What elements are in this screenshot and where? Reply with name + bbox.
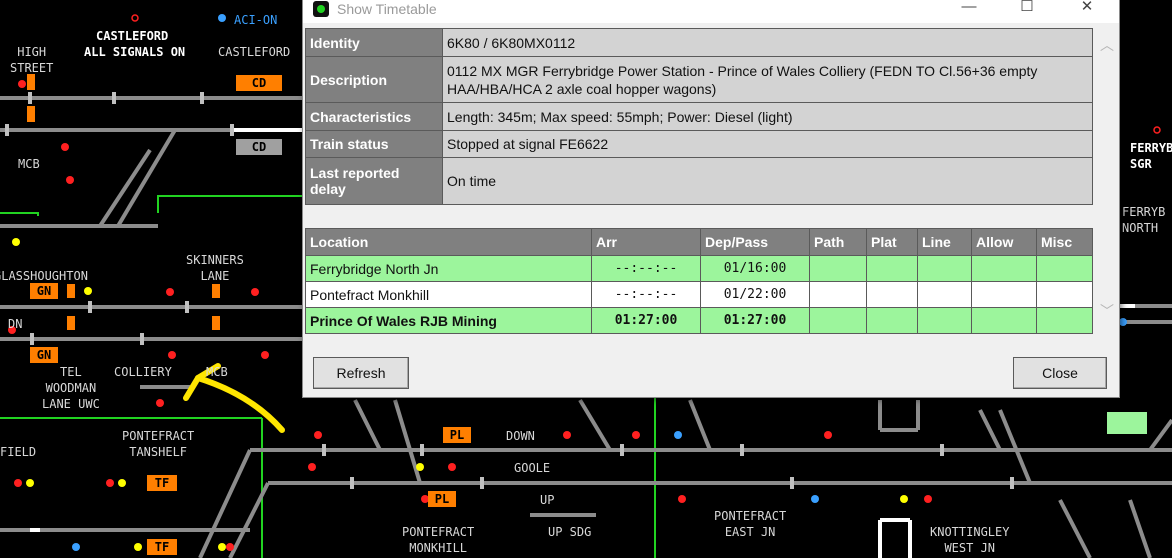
cell-misc xyxy=(1036,307,1093,334)
label-ferrybridge-right: FERRYB SGR xyxy=(1130,141,1172,171)
col-path[interactable]: Path xyxy=(809,228,867,256)
tag-cd-top: CD xyxy=(236,75,282,91)
tag-tf-1: TF xyxy=(147,475,177,491)
cell-dep: 01/22:00 xyxy=(700,281,810,308)
cell-plat xyxy=(866,307,918,334)
label-mcb-left: MCB xyxy=(18,157,40,171)
label-mcb-mid: MCB xyxy=(206,365,228,379)
timetable-dialog: Show Timetable — ☐ ✕ Identity 6K80 / 6K8… xyxy=(302,0,1120,398)
label-high-street: HIGH STREET xyxy=(10,45,54,75)
info-value: 6K80 / 6K80MX0112 xyxy=(442,28,1093,57)
cell-line xyxy=(917,281,972,308)
label-down: DOWN xyxy=(506,429,535,443)
scroll-down-icon[interactable]: ﹀ xyxy=(1100,304,1114,318)
cell-dep: 01:27:00 xyxy=(700,307,810,334)
label-dn-left: DN xyxy=(8,317,23,331)
train-info-table: Identity 6K80 / 6K80MX0112 Description 0… xyxy=(305,28,1093,205)
info-label: Last reported delay xyxy=(305,157,443,205)
label-up-sdg: UP SDG xyxy=(548,525,592,539)
info-value: On time xyxy=(442,157,1093,205)
cell-location: Ferrybridge North Jn xyxy=(305,255,592,282)
info-value: Stopped at signal FE6622 xyxy=(442,130,1093,158)
vertical-scrollbar[interactable]: ︿ ﹀ xyxy=(1097,28,1117,330)
tag-tf-2: TF xyxy=(147,539,177,555)
tag-pl-1: PL xyxy=(443,427,471,443)
info-row-characteristics: Characteristics Length: 345m; Max speed:… xyxy=(305,102,1093,131)
label-skinners-lane: SKINNERS LANE xyxy=(186,253,244,283)
dialog-title: Show Timetable xyxy=(337,1,437,17)
label-pontefract-monkhill: PONTEFRACT MONKHILL xyxy=(402,525,475,555)
info-row-identity: Identity 6K80 / 6K80MX0112 xyxy=(305,28,1093,57)
cell-location: Prince Of Wales RJB Mining xyxy=(305,307,592,334)
minimize-button[interactable]: — xyxy=(949,0,989,19)
label-all-signals-on: ALL SIGNALS ON xyxy=(84,45,186,59)
route-indicator xyxy=(1107,412,1147,434)
info-label: Description xyxy=(305,56,443,103)
table-row[interactable]: Prince Of Wales RJB Mining 01:27:00 01:2… xyxy=(305,307,1093,334)
table-row[interactable]: Pontefract Monkhill --:--:-- 01/22:00 xyxy=(305,281,1093,308)
info-value: 0112 MX MGR Ferrybridge Power Station - … xyxy=(442,56,1093,103)
cell-allow xyxy=(971,307,1037,334)
cell-line xyxy=(917,255,972,282)
cell-arr: --:--:-- xyxy=(591,255,701,282)
label-colliery: COLLIERY xyxy=(114,365,172,379)
tag-gn-2: GN xyxy=(30,347,58,363)
scroll-up-icon[interactable]: ︿ xyxy=(1100,38,1114,52)
annotation-arrow xyxy=(183,363,285,433)
timetable-table: Location Arr Dep/Pass Path Plat Line All… xyxy=(305,228,1093,334)
timetable-header: Location Arr Dep/Pass Path Plat Line All… xyxy=(305,228,1093,256)
label-glasshoughton: GLASSHOUGHTON xyxy=(0,269,88,283)
close-window-button[interactable]: ✕ xyxy=(1067,0,1107,19)
table-row[interactable]: Ferrybridge North Jn --:--:-- 01/16:00 xyxy=(305,255,1093,282)
info-row-delay: Last reported delay On time xyxy=(305,157,1093,205)
label-castleford-right: CASTLEFORD xyxy=(218,45,291,59)
label-tel-woodman: TEL WOODMAN LANE UWC xyxy=(42,365,100,411)
tag-gn-1: GN xyxy=(30,283,58,299)
info-label: Identity xyxy=(305,28,443,57)
label-ferrybridge-north: FERRYB NORTH xyxy=(1122,205,1166,235)
col-line[interactable]: Line xyxy=(917,228,972,256)
cell-line xyxy=(917,307,972,334)
label-pontefract-tanshelf: PONTEFRACT TANSHELF xyxy=(122,429,195,459)
col-misc[interactable]: Misc xyxy=(1036,228,1093,256)
label-up: UP xyxy=(540,493,555,507)
cell-allow xyxy=(971,281,1037,308)
label-pontefract-east-jn: PONTEFRACT EAST JN xyxy=(714,509,787,539)
label-castleford-top: CASTLEFORD xyxy=(96,29,169,43)
cell-arr: 01:27:00 xyxy=(591,307,701,334)
dialog-titlebar[interactable]: Show Timetable — ☐ ✕ xyxy=(303,0,1119,23)
refresh-button[interactable]: Refresh xyxy=(313,357,409,389)
cell-path xyxy=(809,307,867,334)
label-goole: GOOLE xyxy=(514,461,551,475)
close-button[interactable]: Close xyxy=(1013,357,1107,389)
info-row-train-status: Train status Stopped at signal FE6622 xyxy=(305,130,1093,158)
app-icon xyxy=(313,1,329,17)
label-aci-on: ACI-ON xyxy=(234,13,278,27)
info-label: Train status xyxy=(305,130,443,158)
label-knottingley-west-jn: KNOTTINGLEY WEST JN xyxy=(930,525,1010,555)
col-allow[interactable]: Allow xyxy=(971,228,1037,256)
cell-location: Pontefract Monkhill xyxy=(305,281,592,308)
cell-misc xyxy=(1036,255,1093,282)
cell-arr: --:--:-- xyxy=(591,281,701,308)
cell-plat xyxy=(866,255,918,282)
info-value: Length: 345m; Max speed: 55mph; Power: D… xyxy=(442,102,1093,131)
col-location[interactable]: Location xyxy=(305,228,592,256)
col-arr[interactable]: Arr xyxy=(591,228,701,256)
cell-plat xyxy=(866,281,918,308)
info-row-description: Description 0112 MX MGR Ferrybridge Powe… xyxy=(305,56,1093,103)
maximize-button[interactable]: ☐ xyxy=(1007,0,1047,19)
label-field: FIELD xyxy=(0,445,37,459)
cell-path xyxy=(809,255,867,282)
cell-misc xyxy=(1036,281,1093,308)
col-plat[interactable]: Plat xyxy=(866,228,918,256)
tag-cd-grey: CD xyxy=(236,139,282,155)
tag-pl-2: PL xyxy=(428,491,456,507)
info-label: Characteristics xyxy=(305,102,443,131)
cell-dep: 01/16:00 xyxy=(700,255,810,282)
col-dep-pass[interactable]: Dep/Pass xyxy=(700,228,810,256)
cell-allow xyxy=(971,255,1037,282)
cell-path xyxy=(809,281,867,308)
